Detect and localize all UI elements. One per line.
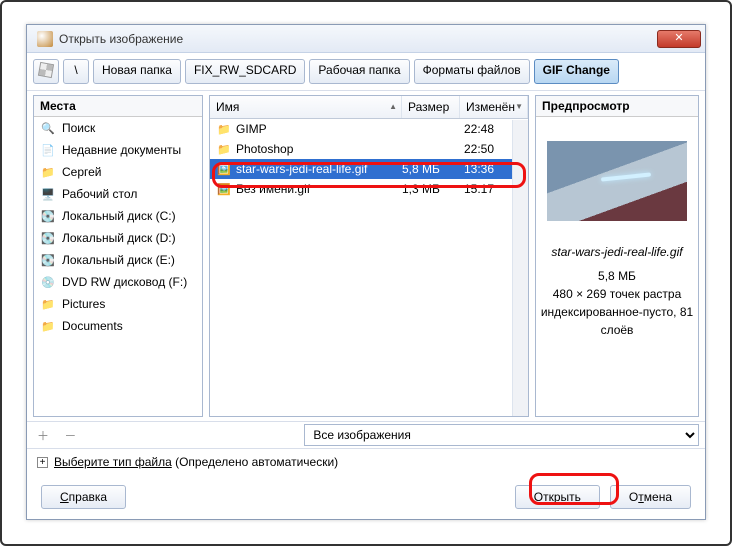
hdd-icon [40, 230, 56, 246]
preview-meta: 5,8 МБ 480 × 269 точек растра индексиров… [540, 267, 694, 339]
place-item[interactable]: Локальный диск (E:) [34, 249, 202, 271]
file-list-scrollbar[interactable] [512, 120, 528, 416]
hdd-icon [40, 252, 56, 268]
hdd-icon [40, 208, 56, 224]
place-label: Недавние документы [62, 143, 181, 157]
pencil-icon [38, 62, 54, 78]
path-segment[interactable]: Новая папка [93, 59, 181, 84]
expander-icon[interactable]: + [37, 457, 48, 468]
search-icon [40, 120, 56, 136]
preview-header: Предпросмотр [536, 96, 698, 117]
image-icon [216, 161, 232, 177]
file-type-expander-label: Выберите тип файла (Определено автоматич… [54, 455, 338, 469]
file-name: Без имени.gif [236, 182, 310, 196]
place-item[interactable]: Недавние документы [34, 139, 202, 161]
path-toolbar: \ Новая папка FIX_RW_SDCARD Рабочая папк… [27, 53, 705, 91]
path-segment[interactable]: Рабочая папка [309, 59, 409, 84]
place-item[interactable]: Локальный диск (D:) [34, 227, 202, 249]
place-item[interactable]: Documents [34, 315, 202, 337]
place-item[interactable]: Поиск [34, 117, 202, 139]
folder-icon [40, 164, 56, 180]
preview-dims: 480 × 269 точек растра [540, 285, 694, 303]
place-label: Documents [62, 319, 123, 333]
titlebar[interactable]: Открыть изображение ✕ [27, 25, 705, 53]
add-remove-place[interactable]: ＋ － [33, 427, 82, 444]
image-icon [216, 181, 232, 197]
file-size: 5,8 МБ [402, 162, 460, 176]
place-label: Локальный диск (C:) [62, 209, 176, 223]
place-item[interactable]: Рабочий стол [34, 183, 202, 205]
desktop-icon [40, 186, 56, 202]
file-row[interactable]: Без имени.gif1,3 МБ15:17 [210, 179, 528, 199]
preview-thumbnail [547, 141, 687, 221]
place-item[interactable]: DVD RW дисковод (F:) [34, 271, 202, 293]
file-name: star-wars-jedi-real-life.gif [236, 162, 367, 176]
file-row[interactable]: Photoshop22:50 [210, 139, 528, 159]
place-item[interactable]: Pictures [34, 293, 202, 315]
open-button[interactable]: Открыть [515, 485, 600, 509]
file-type-filter[interactable]: Все изображения [304, 424, 699, 446]
places-panel: Места Поиск Недавние документы Сергей Рабоч… [33, 95, 203, 417]
place-label: DVD RW дисковод (F:) [62, 275, 187, 289]
places-header: Места [34, 96, 202, 117]
file-size: 1,3 МБ [402, 182, 460, 196]
places-toolbar: ＋ － Все изображения [27, 421, 705, 449]
file-list-header: Имя Размер Изменён [210, 96, 528, 119]
help-button[interactable]: Справка [41, 485, 126, 509]
file-list: Имя Размер Изменён GIMP22:48Photoshop22:… [209, 95, 529, 417]
file-type-select[interactable]: Все изображения [304, 424, 699, 446]
path-segment[interactable]: Форматы файлов [414, 59, 530, 84]
place-label: Сергей [62, 165, 102, 179]
preview-filename: star-wars-jedi-real-life.gif [551, 245, 682, 259]
place-label: Поиск [62, 121, 95, 135]
place-label: Рабочий стол [62, 187, 137, 201]
path-segment[interactable]: FIX_RW_SDCARD [185, 59, 305, 84]
preview-size: 5,8 МБ [540, 267, 694, 285]
place-item[interactable]: Локальный диск (C:) [34, 205, 202, 227]
app-icon [37, 31, 53, 47]
column-size[interactable]: Размер [402, 96, 460, 118]
file-name: GIMP [236, 122, 267, 136]
close-button[interactable]: ✕ [657, 30, 701, 48]
cancel-button[interactable]: Отмена [610, 485, 691, 509]
path-segment-current[interactable]: GIF Change [534, 59, 619, 84]
dialog-buttons: Справка Открыть Отмена [27, 475, 705, 521]
column-date[interactable]: Изменён [460, 96, 528, 118]
folder-icon [40, 318, 56, 334]
edit-path-button[interactable] [33, 59, 59, 84]
folder-icon [216, 121, 232, 137]
place-label: Локальный диск (E:) [62, 253, 175, 267]
recent-icon [40, 142, 56, 158]
folder-icon [40, 296, 56, 312]
window-title: Открыть изображение [59, 32, 657, 46]
folder-icon [216, 141, 232, 157]
path-root-button[interactable]: \ [63, 59, 89, 84]
file-name: Photoshop [236, 142, 293, 156]
column-name[interactable]: Имя [210, 96, 402, 118]
file-row[interactable]: star-wars-jedi-real-life.gif5,8 МБ13:36 [210, 159, 528, 179]
place-item[interactable]: Сергей [34, 161, 202, 183]
open-image-dialog: Открыть изображение ✕ \ Новая папка FIX_… [26, 24, 706, 520]
dvd-icon [40, 274, 56, 290]
file-row[interactable]: GIMP22:48 [210, 119, 528, 139]
place-label: Локальный диск (D:) [62, 231, 176, 245]
preview-extra: индексированное-пусто, 81 слоёв [540, 303, 694, 339]
preview-panel: Предпросмотр star-wars-jedi-real-life.gi… [535, 95, 699, 417]
file-type-expander-row[interactable]: + Выберите тип файла (Определено автомат… [27, 449, 705, 475]
place-label: Pictures [62, 297, 105, 311]
